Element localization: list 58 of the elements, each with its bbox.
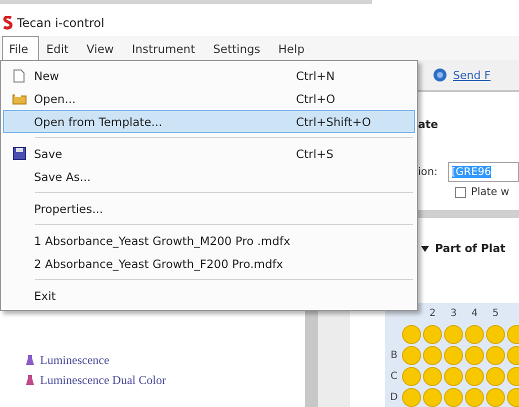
checkbox-label: Plate w bbox=[471, 186, 510, 198]
menu-item[interactable]: Exit bbox=[3, 284, 415, 307]
help-icon[interactable] bbox=[433, 68, 447, 82]
logo-icon bbox=[3, 16, 13, 30]
tree-item[interactable]: Luminescence bbox=[40, 352, 110, 368]
menu-item[interactable]: Properties... bbox=[3, 197, 415, 220]
menu-tab[interactable]: Settings bbox=[206, 36, 272, 60]
well-icon[interactable] bbox=[402, 325, 421, 344]
window-title: Tecan i-control bbox=[17, 16, 104, 30]
well-icon[interactable] bbox=[486, 346, 505, 365]
well-icon[interactable] bbox=[465, 388, 484, 407]
menu-item[interactable]: Save As... bbox=[3, 165, 415, 188]
section-title[interactable]: Part of Plat bbox=[435, 242, 506, 255]
column-number: 2 bbox=[429, 308, 436, 319]
menu-item[interactable]: Open... Ctrl+O bbox=[3, 87, 415, 110]
well-icon[interactable] bbox=[444, 388, 463, 407]
well-icon[interactable] bbox=[423, 367, 442, 386]
menu-tab[interactable]: Edit bbox=[39, 36, 80, 60]
send-link[interactable]: Send F bbox=[453, 68, 491, 82]
well-icon[interactable] bbox=[402, 367, 421, 386]
menu-tab[interactable]: Instrument bbox=[124, 36, 206, 60]
menu-item[interactable]: 1 Absorbance_Yeast Growth_M200 Pro .mdfx bbox=[3, 229, 415, 252]
well-icon[interactable] bbox=[423, 325, 442, 344]
well-icon[interactable] bbox=[444, 346, 463, 365]
menu-item[interactable]: New Ctrl+N bbox=[3, 64, 415, 87]
well-icon[interactable] bbox=[465, 325, 484, 344]
column-number: 4 bbox=[471, 308, 478, 319]
column-number: 3 bbox=[450, 308, 457, 319]
folder-icon bbox=[12, 92, 26, 105]
field-label: ion: bbox=[418, 166, 438, 178]
well-icon[interactable] bbox=[402, 346, 421, 365]
menu-item[interactable]: Open from Template... Ctrl+Shift+O bbox=[3, 110, 415, 133]
row-letter: C bbox=[390, 371, 398, 382]
document-icon bbox=[13, 68, 25, 82]
menu-tab[interactable]: Help bbox=[271, 36, 316, 60]
row-letter: D bbox=[390, 392, 398, 403]
well-icon[interactable] bbox=[465, 346, 484, 365]
expand-arrow-icon[interactable] bbox=[421, 246, 429, 252]
well-icon[interactable] bbox=[444, 367, 463, 386]
menu-item[interactable]: 2 Absorbance_Yeast Growth_F200 Pro.mdfx bbox=[3, 252, 415, 275]
well-icon[interactable] bbox=[465, 367, 484, 386]
menu-item[interactable]: Save Ctrl+S bbox=[3, 142, 415, 165]
checkbox[interactable] bbox=[455, 186, 466, 198]
well-icon[interactable] bbox=[423, 388, 442, 407]
row-letter: B bbox=[390, 350, 398, 361]
well-icon[interactable] bbox=[486, 325, 505, 344]
well-icon[interactable] bbox=[402, 388, 421, 407]
well-icon[interactable] bbox=[486, 367, 505, 386]
column-number: 5 bbox=[492, 308, 499, 319]
menu-tab[interactable]: File bbox=[2, 36, 40, 60]
well-icon[interactable] bbox=[444, 325, 463, 344]
well-icon[interactable] bbox=[486, 388, 505, 407]
tree-item[interactable]: Luminescence Dual Color bbox=[40, 372, 166, 388]
panel-heading: ate bbox=[418, 118, 440, 133]
well-icon[interactable] bbox=[423, 346, 442, 365]
flask-icon bbox=[26, 354, 34, 366]
flask-icon bbox=[26, 374, 34, 386]
menu-tab[interactable]: View bbox=[80, 36, 125, 60]
